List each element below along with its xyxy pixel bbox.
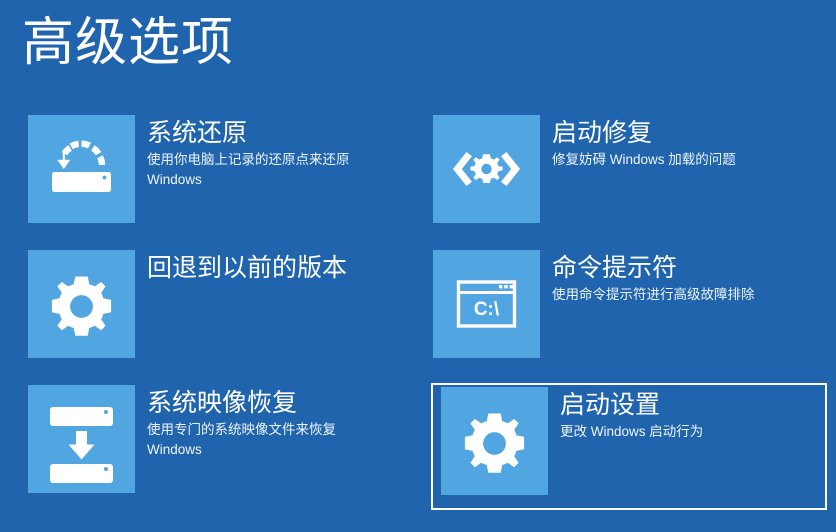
options-row: 回退到以前的版本 C:\ 命令提示符 使用命令提示符进行高级故障排除 [0,248,836,383]
option-cell: 启动设置 更改 Windows 启动行为 [431,383,836,518]
option-title: 系统还原 [147,119,248,147]
option-text: 系统还原 使用你电脑上记录的还原点来还原 Windows [135,115,420,190]
svg-text:C:\: C:\ [474,299,500,320]
options-grid: 系统还原 使用你电脑上记录的还原点来还原 Windows 启动修复 修复妨碍 W… [0,113,836,518]
startup-repair-icon [452,152,521,186]
option-cell: 启动修复 修复妨碍 Windows 加载的问题 [431,113,836,248]
option-tile [28,115,135,223]
option-tile: C:\ [433,250,540,358]
option-description: 使用命令提示符进行高级故障排除 [552,287,755,302]
option-cell: 系统还原 使用你电脑上记录的还原点来还原 Windows [26,113,431,248]
option-tile [433,115,540,223]
option-title: 系统映像恢复 [147,389,298,417]
option-title: 启动修复 [552,119,653,147]
option-title: 启动设置 [560,391,661,419]
option-system-restore[interactable]: 系统还原 使用你电脑上记录的还原点来还原 Windows [26,113,422,237]
option-text: 系统映像恢复 使用专门的系统映像文件来恢复 Windows [135,385,420,460]
option-text: 启动设置 更改 Windows 启动行为 [548,387,825,442]
option-title: 命令提示符 [552,254,678,282]
system-restore-icon [52,140,111,192]
option-system-image-recovery[interactable]: 系统映像恢复 使用专门的系统映像文件来恢复 Windows [26,383,422,507]
option-description: 修复妨碍 Windows 加载的问题 [552,152,736,167]
options-row: 系统还原 使用你电脑上记录的还原点来还原 Windows 启动修复 修复妨碍 W… [0,113,836,248]
option-startup-repair[interactable]: 启动修复 修复妨碍 Windows 加载的问题 [431,113,827,237]
option-startup-settings[interactable]: 启动设置 更改 Windows 启动行为 [431,383,827,510]
option-go-back-previous-build[interactable]: 回退到以前的版本 [26,248,422,372]
option-cell: C:\ 命令提示符 使用命令提示符进行高级故障排除 [431,248,836,383]
advanced-options-screen: 高级选项 系统还原 使用你电脑上记录的还原点来还原 Windows 启动修复 修… [0,0,836,532]
option-text: 启动修复 修复妨碍 Windows 加载的问题 [540,115,825,170]
gear-icon [464,413,525,473]
option-text: 回退到以前的版本 [135,250,420,284]
system-image-recovery-icon [50,407,113,483]
gear-icon [51,276,112,336]
option-tile [28,385,135,493]
options-row: 系统映像恢复 使用专门的系统映像文件来恢复 Windows 启动设置 更改 Wi… [0,383,836,518]
command-prompt-icon: C:\ [456,280,517,328]
option-cell: 系统映像恢复 使用专门的系统映像文件来恢复 Windows [26,383,431,518]
option-tile [28,250,135,358]
option-description: 使用专门的系统映像文件来恢复 Windows [147,422,336,457]
option-title: 回退到以前的版本 [147,254,348,282]
option-tile [441,387,548,495]
option-description: 使用你电脑上记录的还原点来还原 Windows [147,152,350,187]
option-cell: 回退到以前的版本 [26,248,431,383]
page-title: 高级选项 [22,14,235,72]
option-text: 命令提示符 使用命令提示符进行高级故障排除 [540,250,825,305]
option-description: 更改 Windows 启动行为 [560,424,704,439]
option-command-prompt[interactable]: C:\ 命令提示符 使用命令提示符进行高级故障排除 [431,248,827,372]
